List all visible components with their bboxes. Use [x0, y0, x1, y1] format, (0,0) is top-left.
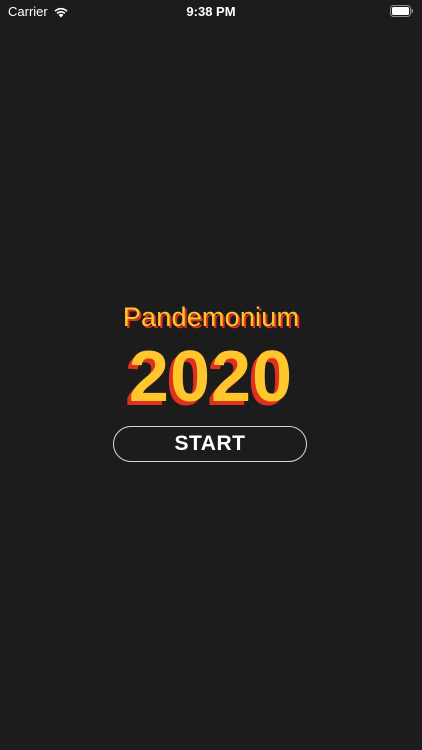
start-button-label: START: [174, 432, 246, 455]
app-screen: Carrier 9:38 PM Pandemonium 2020 START: [0, 0, 422, 750]
battery-full-icon: [390, 5, 413, 17]
status-time: 9:38 PM: [186, 4, 236, 19]
game-subtitle: Pandemonium: [122, 302, 300, 332]
status-bar: Carrier 9:38 PM: [0, 0, 422, 22]
start-button[interactable]: START: [113, 426, 307, 462]
game-title-year: 2020: [128, 337, 294, 417]
